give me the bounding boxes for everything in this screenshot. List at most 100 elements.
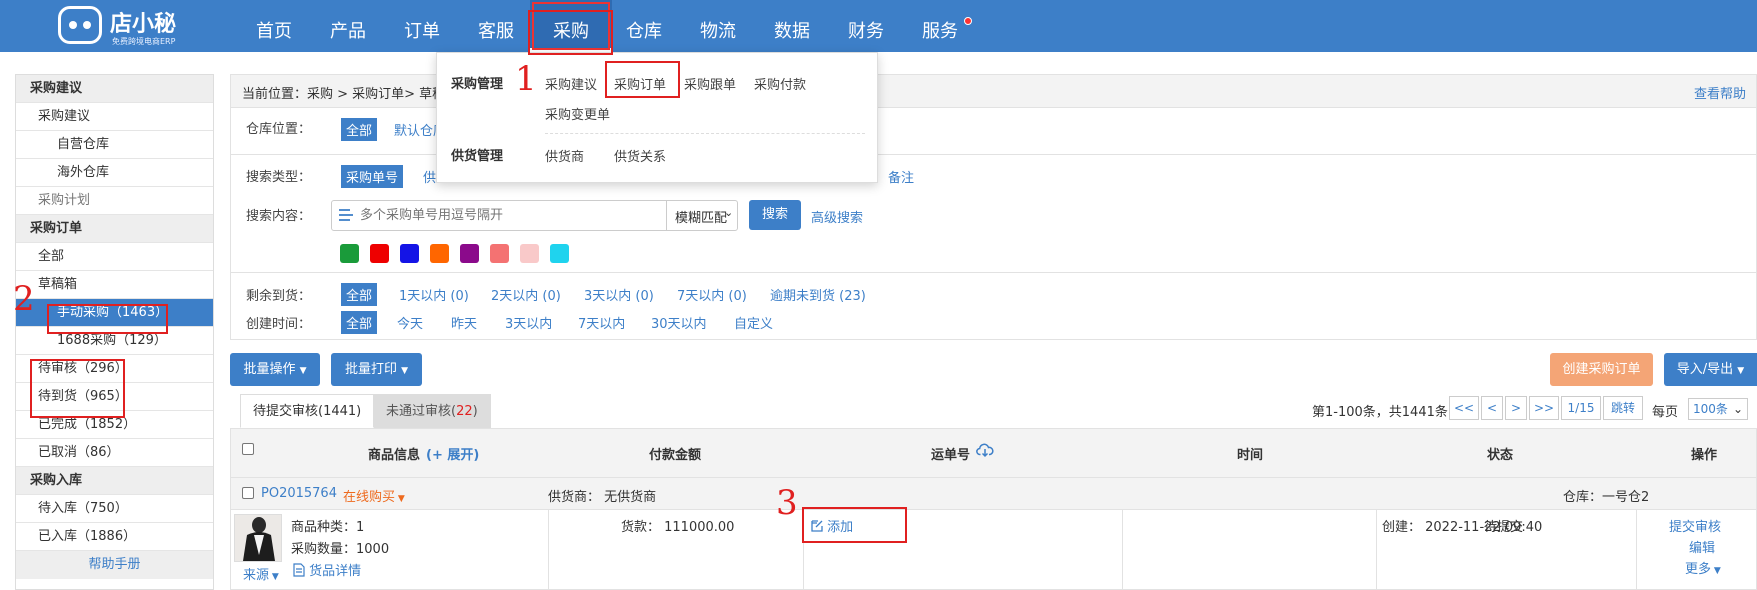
search-type-remark-link[interactable]: 备注 xyxy=(888,167,914,186)
match-mode-select[interactable]: 模糊匹配 xyxy=(675,207,727,226)
created-custom-link[interactable]: 自定义 xyxy=(734,313,773,332)
divider xyxy=(1636,510,1637,590)
annotation-box-purchase-order xyxy=(605,61,680,98)
pager-last-button[interactable]: >> xyxy=(1529,396,1559,420)
nav-home[interactable]: 首页 xyxy=(237,0,311,52)
goods-detail-label: 货品详情 xyxy=(309,564,362,579)
remaining-2d-link[interactable]: 2天以内 (0) xyxy=(491,285,561,304)
created-today-link[interactable]: 今天 xyxy=(397,313,423,332)
brand-subtitle: 免费跨境电商ERP xyxy=(112,37,176,46)
remaining-1d-link[interactable]: 1天以内 (0) xyxy=(399,285,469,304)
pager-next-button[interactable]: > xyxy=(1505,396,1527,420)
sidebar-item[interactable]: 已入库（1886） xyxy=(16,523,213,551)
submit-review-link[interactable]: 提交审核 xyxy=(1669,516,1721,535)
sidebar-help-link[interactable]: 帮助手册 xyxy=(16,551,213,579)
annotation-step-3: 3 xyxy=(776,483,798,523)
color-tag-swatch[interactable] xyxy=(550,244,569,263)
sidebar-item[interactable]: 海外仓库 xyxy=(16,159,213,187)
created-all-tag[interactable]: 全部 xyxy=(341,311,378,334)
divider xyxy=(1376,510,1377,590)
remaining-overdue-link[interactable]: 逾期未到货 (23) xyxy=(770,285,866,304)
menu-item-purchase-tracking[interactable]: 采购跟单 xyxy=(684,74,736,93)
batch-print-button[interactable]: 批量打印 ▼ xyxy=(331,353,422,386)
menu-item-purchase-payment[interactable]: 采购付款 xyxy=(754,74,806,93)
annotation-box-manual-purchase xyxy=(47,304,168,334)
annotation-step-2: 2 xyxy=(13,279,35,319)
edit-link[interactable]: 编辑 xyxy=(1689,537,1715,556)
import-export-label: 导入/导出 xyxy=(1676,362,1734,377)
remaining-7d-link[interactable]: 7天以内 (0) xyxy=(677,285,747,304)
tab-pending-submit[interactable]: 待提交审核(1441) xyxy=(240,394,375,428)
color-tag-swatch[interactable] xyxy=(340,244,359,263)
caret-down-icon: ▼ xyxy=(401,366,409,376)
pager-first-button[interactable]: << xyxy=(1449,396,1479,420)
source-dropdown[interactable]: 来源 ▼ xyxy=(243,564,279,583)
source-tag-dropdown[interactable]: 在线购买 ▼ xyxy=(343,486,405,505)
color-tag-swatch[interactable] xyxy=(460,244,479,263)
menu-item-purchase-change[interactable]: 采购变更单 xyxy=(545,104,610,123)
col-status: 状态 xyxy=(1487,448,1514,463)
created-30d-link[interactable]: 30天以内 xyxy=(651,313,707,332)
color-tag-swatch[interactable] xyxy=(490,244,509,263)
pager-page-indicator: 1/15 xyxy=(1561,396,1601,420)
remaining-all-tag[interactable]: 全部 xyxy=(341,283,378,306)
help-link[interactable]: 查看帮助 xyxy=(1694,83,1746,102)
sidebar-item[interactable]: 自营仓库 xyxy=(16,131,213,159)
select-all-checkbox[interactable] xyxy=(242,443,254,455)
search-type-po-tag[interactable]: 采购单号 xyxy=(341,165,404,188)
pager-prev-button[interactable]: < xyxy=(1481,396,1503,420)
cloud-download-icon[interactable] xyxy=(976,442,994,462)
nav-orders[interactable]: 订单 xyxy=(385,0,459,52)
nav-logistics[interactable]: 物流 xyxy=(681,0,755,52)
nav-finance[interactable]: 财务 xyxy=(829,0,903,52)
order-checkbox[interactable] xyxy=(242,487,254,499)
logo[interactable]: 店小秘 免费跨境电商ERP xyxy=(58,2,188,48)
nav-warehouse[interactable]: 仓库 xyxy=(607,0,681,52)
order-group-header: PO2015764 在线购买 ▼ 供货商： 无供货商 仓库：一号仓2 xyxy=(230,478,1757,510)
created-yesterday-link[interactable]: 昨天 xyxy=(451,313,477,332)
expand-all-link[interactable]: (+ 展开) xyxy=(426,444,479,463)
import-export-button[interactable]: 导入/导出 ▼ xyxy=(1664,353,1757,386)
nav-services[interactable]: 服务 xyxy=(903,0,977,52)
sidebar-item[interactable]: 待入库（750） xyxy=(16,495,213,523)
color-tag-swatch[interactable] xyxy=(520,244,539,263)
nav-customer-service[interactable]: 客服 xyxy=(459,0,533,52)
sidebar-item[interactable]: 采购计划 xyxy=(16,187,213,215)
color-tag-swatch[interactable] xyxy=(400,244,419,263)
sidebar-item[interactable]: 采购建议 xyxy=(16,103,213,131)
menu-item-purchase-suggestion[interactable]: 采购建议 xyxy=(545,74,597,93)
goods-detail-link[interactable]: 货品详情 xyxy=(293,560,361,579)
search-input[interactable] xyxy=(360,205,660,226)
product-thumbnail[interactable] xyxy=(234,514,282,562)
created-3d-link[interactable]: 3天以内 xyxy=(505,313,552,332)
create-purchase-order-button[interactable]: 创建采购订单 xyxy=(1550,353,1653,386)
per-page-select[interactable]: 100条 ⌄ xyxy=(1688,398,1748,420)
batch-print-label: 批量打印 xyxy=(344,362,397,377)
more-actions-label: 更多 xyxy=(1685,562,1712,577)
sidebar-item[interactable]: 已取消（86） xyxy=(16,439,213,467)
batch-operations-button[interactable]: 批量操作 ▼ xyxy=(230,353,320,386)
nav-products[interactable]: 产品 xyxy=(311,0,385,52)
pager-jump-button[interactable]: 跳转 xyxy=(1603,396,1643,420)
group-purchase-management: 采购管理 xyxy=(451,77,504,92)
sidebar-item[interactable]: 全部 xyxy=(16,243,213,271)
nav-data[interactable]: 数据 xyxy=(755,0,829,52)
warehouse-all-tag[interactable]: 全部 xyxy=(341,118,378,141)
sidebar-item[interactable]: 草稿箱 xyxy=(16,271,213,299)
color-tag-swatch[interactable] xyxy=(370,244,389,263)
chevron-down-icon: ⌄ xyxy=(1732,402,1743,416)
list-icon[interactable] xyxy=(338,207,354,223)
search-button[interactable]: 搜索 xyxy=(749,200,801,230)
menu-item-supplier[interactable]: 供货商 xyxy=(545,146,584,165)
search-type-supplier-link[interactable]: 供 xyxy=(423,167,436,186)
top-navigation-bar: 店小秘 免费跨境电商ERP 首页 产品 订单 客服 采购 仓库 物流 数据 财务… xyxy=(0,0,1757,52)
advanced-search-link[interactable]: 高级搜索 xyxy=(811,207,863,226)
po-number-link[interactable]: PO2015764 xyxy=(261,486,337,501)
created-7d-link[interactable]: 7天以内 xyxy=(578,313,625,332)
tab-rejected[interactable]: 未通过审核(22) xyxy=(373,394,491,428)
remaining-3d-link[interactable]: 3天以内 (0) xyxy=(584,285,654,304)
sidebar-section-header: 采购订单 xyxy=(16,215,213,243)
menu-item-supply-relation[interactable]: 供货关系 xyxy=(614,146,666,165)
more-actions-dropdown[interactable]: 更多 ▼ xyxy=(1685,558,1721,577)
color-tag-swatch[interactable] xyxy=(430,244,449,263)
